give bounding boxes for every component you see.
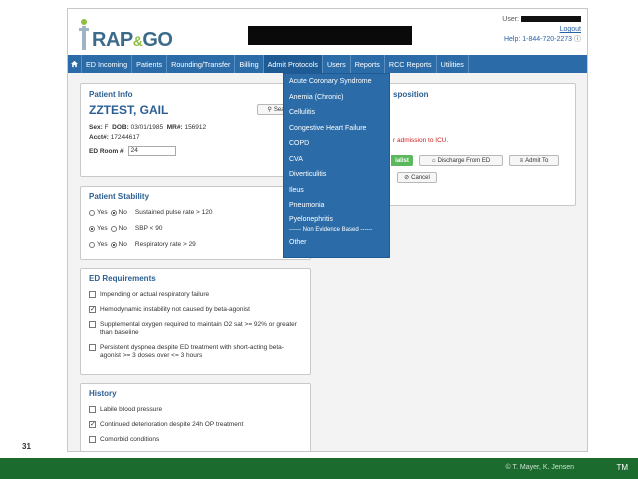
admit-to-button[interactable]: ≡ Admit To (509, 155, 559, 166)
menu-item-pyelonephritis[interactable]: Pyelonephritis (284, 214, 389, 226)
specialist-button[interactable]: ialist (391, 155, 413, 166)
main-nav: ED Incoming Patients Rounding/Transfer B… (68, 55, 587, 73)
menu-item-acs[interactable]: Acute Coronary Syndrome (284, 74, 389, 90)
logo-figure-icon (79, 19, 89, 50)
menu-separator: ------ Non Evidence Based ------ (289, 227, 373, 233)
patient-stability-title: Patient Stability (89, 192, 150, 201)
stability-label: SBP < 90 (134, 225, 163, 232)
nav-users[interactable]: Users (323, 55, 351, 73)
ed-room-input[interactable]: 24 (127, 146, 176, 156)
ed-req-item: Persistent dyspnea despite ED treatment … (89, 344, 301, 360)
checkbox[interactable] (89, 344, 96, 351)
patient-info-title: Patient Info (89, 90, 133, 99)
slide-footer: © T. Mayer, K. Jensen TM (0, 458, 638, 479)
patient-info-panel: Patient Info ZZTEST, GAIL ⚲ Sear Sex: F D… (80, 83, 297, 177)
patient-name: ZZTEST, GAIL (89, 103, 169, 117)
ed-room-row: ED Room # 24 (89, 146, 176, 156)
slide: RAP&GO User: Logout Help: 1-844-720-2273… (0, 0, 638, 479)
help-icon[interactable]: ⓘ (574, 36, 581, 43)
checkbox[interactable] (89, 291, 96, 298)
menu-item-diverticulitis[interactable]: Diverticulitis (284, 167, 389, 183)
stability-label: Sustained pulse rate > 120 (134, 209, 213, 216)
disposition-note: r admission to ICU. (393, 137, 449, 144)
menu-item-cva[interactable]: CVA (284, 152, 389, 168)
ed-req-item: Supplemental oxygen required to maintain… (89, 321, 301, 337)
app-logo: RAP&GO (77, 17, 173, 51)
patient-stability-panel: Patient Stability Yes No Sustained pulse… (80, 186, 311, 260)
stability-label: Respiratory rate > 29 (134, 241, 196, 248)
help-phone: Help: 1-844-720-2273 (503, 36, 573, 43)
discharge-from-ed-button[interactable]: ⌂ Discharge From ED (419, 155, 503, 166)
home-icon[interactable] (68, 55, 82, 73)
nav-reports[interactable]: Reports (351, 55, 385, 73)
history-item: Labile blood pressure (89, 406, 162, 413)
ed-req-item: Impending or actual respiratory failure (89, 291, 304, 298)
checkbox[interactable] (89, 321, 96, 328)
ed-requirements-panel: ED Requirements Impending or actual resp… (80, 268, 311, 375)
stability-row-resp: Yes No Respiratory rate > 29 (89, 241, 196, 248)
cancel-icon: ⊘ (404, 175, 410, 181)
radio-yes[interactable] (89, 225, 95, 232)
search-icon: ⚲ (267, 107, 272, 113)
history-item: ✓ Continued deterioration despite 24h OP … (89, 421, 244, 428)
radio-no[interactable] (110, 209, 117, 216)
radio-yes[interactable] (89, 209, 95, 216)
slide-number: 31 (22, 442, 31, 451)
radio-yes[interactable] (89, 241, 95, 248)
nav-rounding-transfer[interactable]: Rounding/Transfer (167, 55, 236, 73)
admit-protocols-dropdown: Acute Coronary Syndrome Anemia (Chronic)… (283, 73, 390, 258)
history-item: Comorbid conditions (89, 436, 159, 443)
ed-requirements-title: ED Requirements (89, 274, 156, 283)
radio-no[interactable] (110, 225, 117, 232)
checkbox[interactable]: ✓ (89, 421, 96, 428)
cancel-button[interactable]: ⊘ Cancel (397, 172, 437, 183)
logout-link[interactable]: Logout (560, 26, 581, 33)
copyright-text: © T. Mayer, K. Jensen (505, 464, 574, 471)
user-area: User: Logout Help: 1-844-720-2273 ⓘ (502, 15, 581, 45)
stability-row-pulse: Yes No Sustained pulse rate > 120 (89, 209, 212, 216)
nav-ed-incoming[interactable]: ED Incoming (82, 55, 133, 73)
trademark-text: TM (616, 463, 628, 472)
home-small-icon: ⌂ (431, 157, 436, 164)
ed-req-item: ✓ Hemodynamic instability not caused by b… (89, 306, 250, 313)
radio-no[interactable] (110, 241, 117, 248)
app-screenshot: RAP&GO User: Logout Help: 1-844-720-2273… (67, 8, 588, 452)
nav-patients[interactable]: Patients (132, 55, 168, 73)
nav-utilities[interactable]: Utilities (437, 55, 469, 73)
nav-admit-protocols[interactable]: Admit Protocols (263, 55, 323, 73)
stability-row-sbp: Yes No SBP < 90 (89, 225, 162, 232)
menu-item-copd[interactable]: COPD (284, 136, 389, 152)
top-bar: RAP&GO User: Logout Help: 1-844-720-2273… (68, 9, 587, 55)
history-panel: History Labile blood pressure ✓ Continued… (80, 383, 311, 451)
nav-rcc-reports[interactable]: RCC Reports (385, 55, 437, 73)
patient-demographics: Sex: F DOB: 03/01/1985 MR#: 156912 (89, 124, 207, 131)
menu-item-chf[interactable]: Congestive Heart Failure (284, 121, 389, 137)
bed-icon: ≡ (519, 157, 524, 164)
checkbox[interactable]: ✓ (89, 306, 96, 313)
logo-wordmark: RAP&GO (92, 29, 173, 51)
patient-account: Acct#: 17244617 (89, 134, 140, 141)
history-title: History (89, 389, 117, 398)
checkbox[interactable] (89, 406, 96, 413)
menu-item-cellulitis[interactable]: Cellulitis (284, 105, 389, 121)
redacted-block (248, 26, 412, 45)
menu-item-pneumonia[interactable]: Pneumonia (284, 198, 389, 214)
menu-item-ileus[interactable]: Ileus (284, 183, 389, 199)
nav-billing[interactable]: Billing (235, 55, 264, 73)
redacted-username (521, 16, 581, 23)
disposition-title: sposition (393, 90, 429, 99)
user-label: User: (502, 16, 519, 23)
checkbox[interactable] (89, 436, 96, 443)
menu-item-anemia[interactable]: Anemia (Chronic) (284, 90, 389, 106)
menu-item-other[interactable]: Other (284, 235, 389, 251)
